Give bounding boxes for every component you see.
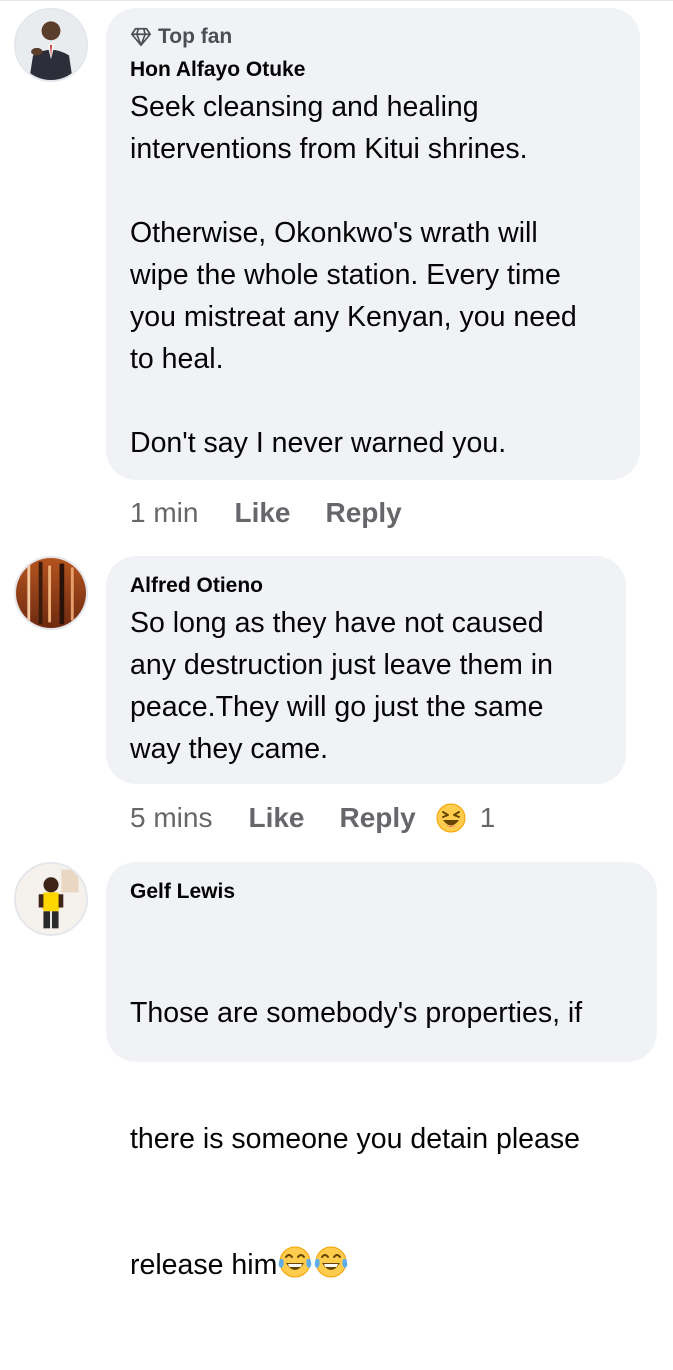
top-divider [0,0,673,1]
comment-author[interactable]: Alfred Otieno [130,572,606,600]
comment-bubble: Top fan Hon Alfayo Otuke Seek cleansing … [106,8,640,480]
comment-text: So long as they have not caused any dest… [130,607,553,765]
comment-text-line: Those are somebody's properties, if [130,997,583,1029]
comment-time[interactable]: 5 mins [130,802,212,834]
tears-of-joy-emoji-icon [279,1246,312,1278]
comment-text: Seek cleansing and healing interventions… [130,91,577,459]
comment-text-segment: release him [130,1249,278,1281]
comment-time[interactable]: 1 min [130,497,198,529]
comment-bubble: Alfred Otieno So long as they have not c… [106,556,626,784]
avatar[interactable] [14,556,88,630]
top-fan-badge: Top fan [130,24,620,50]
comment-author[interactable]: Hon Alfayo Otuke [130,56,620,84]
comment-text-line: release him [130,1244,637,1286]
reaction-count: 1 [479,802,496,833]
avatar[interactable] [14,8,88,82]
comment-bubble: Gelf Lewis Those are somebody's properti… [106,862,657,1281]
avatar-image [16,558,86,628]
comment-text: Those are somebody's properties, if ther… [130,908,637,1370]
comment-text-line: there is someone you detain please [130,1123,580,1155]
diamond-icon [131,27,151,47]
like-button[interactable]: Like [234,497,290,529]
reply-button[interactable]: Reply [340,802,416,834]
comment-actions: 5 mins Like Reply 1 [130,798,495,838]
avatar-image [16,864,86,934]
comment-actions: 1 min Like Reply [130,493,402,533]
reply-button[interactable]: Reply [326,497,402,529]
avatar[interactable] [14,862,88,936]
reaction-summary[interactable]: 1 [436,802,496,834]
badge-label: Top fan [158,25,233,48]
comment-author[interactable]: Gelf Lewis [130,878,637,906]
avatar-image [16,10,86,80]
like-button[interactable]: Like [248,802,304,834]
laughing-emoji-icon [436,803,466,833]
tears-of-joy-emoji-icon [315,1246,348,1278]
